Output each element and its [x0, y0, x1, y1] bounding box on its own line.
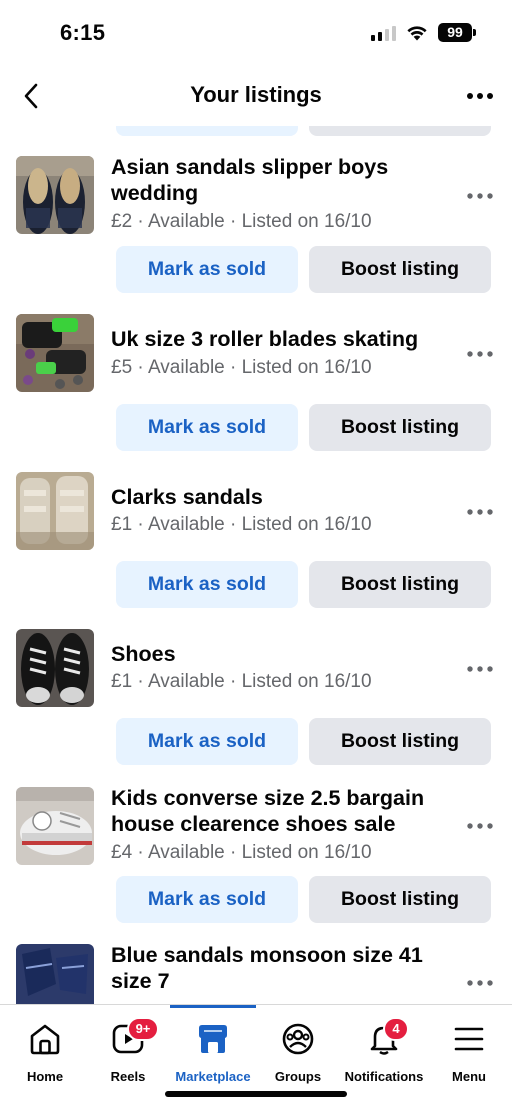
listing-thumbnail[interactable] — [16, 944, 94, 1006]
battery-level: 99 — [438, 23, 472, 42]
active-tab-indicator — [170, 1005, 256, 1008]
mark-as-sold-button[interactable]: Mark as sold — [116, 876, 298, 923]
signal-icon — [371, 25, 396, 41]
wifi-icon — [407, 25, 427, 40]
listing-meta: £1 · Available · Listed on 16/10 — [111, 514, 372, 535]
listing-title[interactable]: Shoes — [111, 641, 451, 667]
status-time: 6:15 — [60, 20, 106, 45]
reels-badge: 9+ — [127, 1017, 159, 1041]
mark-as-sold-button[interactable]: Mark as sold — [116, 561, 298, 608]
mark-as-sold-button[interactable]: Mark as sold — [116, 246, 298, 293]
more-horizontal-icon — [467, 980, 493, 986]
mark-as-sold-button[interactable]: Mark as sold — [116, 404, 298, 451]
menu-icon — [454, 1027, 484, 1051]
listing-item[interactable]: Shoes £1 · Available · Listed on 16/10 M… — [0, 629, 512, 769]
partial-mark-sold-button[interactable] — [116, 126, 298, 136]
more-horizontal-icon — [467, 823, 493, 829]
groups-icon — [282, 1023, 314, 1055]
partial-boost-button[interactable] — [309, 126, 491, 136]
boost-listing-button[interactable]: Boost listing — [309, 561, 491, 608]
nav-home[interactable]: Home — [0, 1015, 90, 1084]
more-horizontal-icon — [467, 93, 493, 99]
nav-label: Reels — [110, 1069, 146, 1084]
listing-title[interactable]: Clarks sandals — [111, 484, 451, 510]
nav-label: Notifications — [344, 1069, 424, 1084]
listing-title[interactable]: Kids converse size 2.5 bargain house cle… — [111, 785, 451, 837]
listing-title[interactable]: Asian sandals slipper boys wedding — [111, 154, 451, 206]
listing-meta: £1 · Available · Listed on 16/10 — [111, 671, 372, 692]
mark-as-sold-button[interactable]: Mark as sold — [116, 718, 298, 765]
listing-title[interactable]: Blue sandals monsoon size 41 size 7 — [111, 942, 451, 994]
boost-listing-button[interactable]: Boost listing — [309, 246, 491, 293]
home-icon — [30, 1024, 60, 1055]
listing-meta: £2 · Available · Listed on 16/10 — [111, 211, 372, 232]
listing-more-button[interactable] — [462, 181, 498, 211]
listing-title[interactable]: Uk size 3 roller blades skating — [111, 326, 451, 352]
nav-label: Groups — [274, 1069, 322, 1084]
boost-listing-button[interactable]: Boost listing — [309, 718, 491, 765]
listing-more-button[interactable] — [462, 339, 498, 369]
marketplace-icon — [199, 1025, 227, 1053]
listings-scroll-area[interactable]: Asian sandals slipper boys wedding £2 · … — [0, 126, 512, 1006]
page-title: Your listings — [190, 82, 322, 107]
more-horizontal-icon — [467, 193, 493, 199]
listing-meta: £5 · Available · Listed on 16/10 — [111, 357, 372, 378]
nav-label: Menu — [452, 1069, 486, 1084]
more-horizontal-icon — [467, 509, 493, 515]
listing-more-button[interactable] — [462, 497, 498, 527]
listing-more-button[interactable] — [462, 968, 498, 998]
boost-listing-button[interactable]: Boost listing — [309, 876, 491, 923]
listing-thumbnail[interactable] — [16, 787, 94, 865]
listing-thumbnail[interactable] — [16, 629, 94, 707]
more-horizontal-icon — [467, 351, 493, 357]
nav-menu[interactable]: Menu — [424, 1015, 512, 1084]
listing-item[interactable]: Asian sandals slipper boys wedding £2 · … — [0, 154, 512, 304]
listing-item[interactable]: Blue sandals monsoon size 41 size 7 — [0, 942, 512, 1006]
listing-more-button[interactable] — [462, 811, 498, 841]
more-horizontal-icon — [467, 666, 493, 672]
nav-label: Marketplace — [175, 1069, 251, 1084]
listing-item[interactable]: Uk size 3 roller blades skating £5 · Ava… — [0, 314, 512, 454]
status-icons: 99 — [371, 23, 476, 42]
listing-item[interactable]: Clarks sandals £1 · Available · Listed o… — [0, 472, 512, 612]
notifications-badge: 4 — [383, 1017, 409, 1041]
battery-icon: 99 — [438, 23, 476, 42]
listing-more-button[interactable] — [462, 654, 498, 684]
nav-reels[interactable]: 9+ Reels — [83, 1015, 173, 1084]
nav-marketplace[interactable]: Marketplace — [168, 1015, 258, 1084]
listing-meta: £4 · Available · Listed on 16/10 — [111, 842, 372, 863]
nav-label: Home — [26, 1069, 64, 1084]
listing-thumbnail[interactable] — [16, 156, 94, 234]
listing-thumbnail[interactable] — [16, 314, 94, 392]
status-bar: 6:15 99 — [0, 0, 512, 66]
previous-listing-buttons — [0, 126, 512, 136]
home-indicator — [165, 1091, 347, 1097]
listing-thumbnail[interactable] — [16, 472, 94, 550]
nav-notifications[interactable]: 4 Notifications — [339, 1015, 429, 1084]
listing-item[interactable]: Kids converse size 2.5 bargain house cle… — [0, 785, 512, 935]
header: Your listings — [0, 66, 512, 126]
boost-listing-button[interactable]: Boost listing — [309, 404, 491, 451]
nav-groups[interactable]: Groups — [253, 1015, 343, 1084]
header-more-button[interactable] — [462, 78, 498, 114]
